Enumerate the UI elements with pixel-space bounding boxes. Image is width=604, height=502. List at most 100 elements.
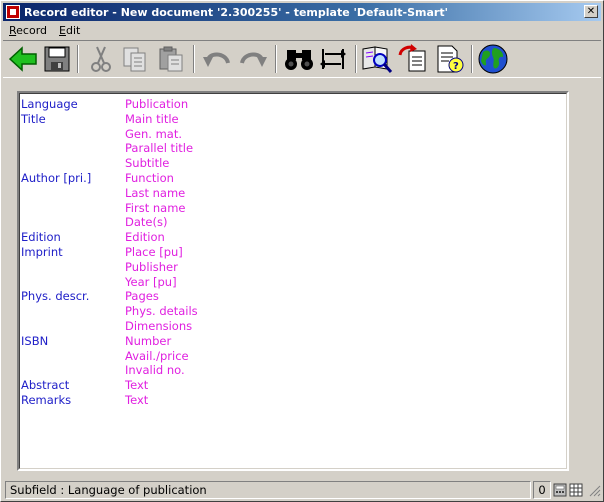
record-row[interactable]: Gen. mat. [21, 127, 541, 142]
grid-icon[interactable] [569, 483, 583, 497]
subfield-label[interactable]: Dimensions [125, 319, 192, 334]
subfield-label[interactable]: Parallel title [125, 141, 193, 156]
toolbar-separator [355, 45, 357, 73]
view-record-button[interactable] [361, 43, 393, 75]
menu-edit-mnemonic: E [59, 24, 66, 37]
toolbar-separator [275, 45, 277, 73]
field-label: ISBN [21, 333, 49, 348]
field-label: Remarks [21, 392, 72, 407]
record-content-pane[interactable]: Language Publication Title Main title Gen. m… [17, 91, 569, 471]
record-row[interactable]: Language Publication [21, 97, 541, 112]
field-label: Edition [21, 230, 61, 245]
menu-edit-label: dit [65, 24, 81, 37]
toolbar-separator [77, 45, 79, 73]
subfield-label[interactable]: Function [125, 171, 174, 186]
swap-arrows-icon [320, 49, 346, 69]
save-button[interactable] [41, 43, 73, 75]
back-button[interactable] [7, 43, 39, 75]
record-row[interactable]: Remarks Text [21, 393, 541, 408]
record-row[interactable]: Subtitle [21, 156, 541, 171]
find-binoculars-icon [285, 50, 313, 70]
toolbar-separator [193, 45, 195, 73]
menu-record-label: ecord [16, 24, 48, 37]
paste-button[interactable] [155, 43, 187, 75]
subfield-label[interactable]: Place [pu] [125, 245, 183, 260]
toolbar-separator [471, 45, 473, 73]
record-row[interactable]: Invalid no. [21, 363, 541, 378]
calculator-icon[interactable] [553, 483, 567, 497]
subfield-label[interactable]: Date(s) [125, 215, 167, 230]
subfield-label[interactable]: Pages [125, 289, 159, 304]
web-button[interactable] [477, 43, 509, 75]
record-row[interactable]: Last name [21, 186, 541, 201]
find-button[interactable] [283, 43, 315, 75]
menu-record[interactable]: Record [3, 24, 53, 37]
subfield-label[interactable]: Invalid no. [125, 363, 185, 378]
record-row[interactable]: Abstract Text [21, 378, 541, 393]
app-icon [6, 5, 20, 19]
toolbar: ? [3, 40, 601, 78]
subfield-label[interactable]: Gen. mat. [125, 127, 182, 142]
subfield-label[interactable]: Year [pu] [125, 275, 177, 290]
subfield-label[interactable]: Publisher [125, 260, 178, 275]
subfield-label[interactable]: Text [125, 393, 148, 408]
record-row[interactable]: Publisher [21, 260, 541, 275]
globe-icon [478, 44, 508, 74]
subfield-label[interactable]: Publication [125, 97, 188, 112]
record-content-frame: Language Publication Title Main title Gen. m… [19, 93, 567, 469]
record-row[interactable]: Parallel title [21, 141, 541, 156]
resize-grip-icon[interactable] [587, 483, 601, 497]
subfield-label[interactable]: Main title [125, 112, 179, 127]
copy-button[interactable] [119, 43, 151, 75]
replace-button[interactable] [317, 43, 349, 75]
view-record-icon [362, 46, 393, 73]
subfield-label[interactable]: Number [125, 334, 171, 349]
subfield-label[interactable]: Edition [125, 230, 165, 245]
copy-record-icon [398, 44, 426, 72]
undo-button[interactable] [201, 43, 233, 75]
record-row[interactable]: Avail./price [21, 349, 541, 364]
subfield-label[interactable]: Subtitle [125, 156, 169, 171]
redo-icon [240, 52, 267, 67]
cut-scissors-icon [91, 46, 111, 72]
validate-record-icon: ? [437, 45, 464, 73]
status-message: Subfield : Language of publication [5, 481, 531, 499]
record-row[interactable]: Imprint Place [pu] [21, 245, 541, 260]
record-row[interactable]: Year [pu] [21, 275, 541, 290]
record-editor-window: Record editor - New document '2.300255' … [0, 0, 604, 502]
redo-button[interactable] [237, 43, 269, 75]
title-bar[interactable]: Record editor - New document '2.300255' … [3, 3, 601, 21]
menu-edit[interactable]: Edit [53, 24, 86, 37]
undo-icon [203, 52, 230, 67]
copy-record-button[interactable] [397, 43, 429, 75]
record-row[interactable]: First name [21, 201, 541, 216]
record-row[interactable]: Title Main title [21, 112, 541, 127]
record-row[interactable]: Phys. details [21, 304, 541, 319]
close-button[interactable]: ✕ [584, 5, 598, 18]
menu-bar: Record Edit [3, 22, 601, 39]
field-label: Imprint [21, 244, 63, 259]
cut-button[interactable] [85, 43, 117, 75]
subfield-label[interactable]: Phys. details [125, 304, 198, 319]
record-row[interactable]: Author [pri.] Function [21, 171, 541, 186]
record-row[interactable]: Date(s) [21, 215, 541, 230]
record-row[interactable]: ISBN Number [21, 334, 541, 349]
copy-icon [123, 47, 146, 72]
subfield-label[interactable]: Last name [125, 186, 185, 201]
paste-icon [159, 46, 183, 72]
save-disk-icon [44, 46, 70, 72]
field-label: Title [21, 111, 46, 126]
field-label: Phys. descr. [21, 289, 90, 304]
subfield-label[interactable]: First name [125, 201, 185, 216]
validate-record-button[interactable]: ? [433, 43, 465, 75]
record-field-list: Language Publication Title Main title Gen. m… [21, 97, 541, 408]
svg-text:?: ? [453, 61, 459, 72]
field-label: Language [21, 97, 78, 111]
record-row[interactable]: Dimensions [21, 319, 541, 334]
record-row[interactable]: Edition Edition [21, 230, 541, 245]
subfield-label[interactable]: Avail./price [125, 349, 189, 364]
record-row[interactable]: Phys. descr. Pages [21, 289, 541, 304]
window-title: Record editor - New document '2.300255' … [24, 5, 448, 19]
status-bar: Subfield : Language of publication 0 [3, 481, 601, 499]
subfield-label[interactable]: Text [125, 378, 148, 393]
